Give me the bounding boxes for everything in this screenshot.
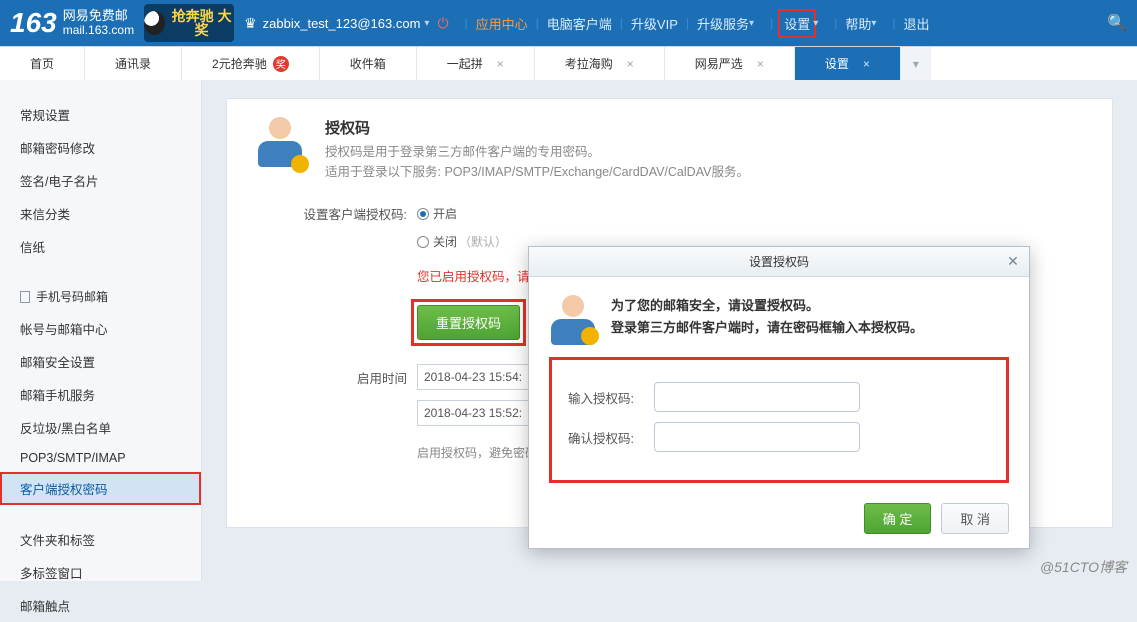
logo-subtitle: 网易免费邮 mail.163.com [63, 9, 134, 36]
chevron-down-icon: ▾ [913, 57, 919, 71]
modal-header: 设置授权码 ✕ [529, 247, 1029, 277]
intro-row: 授权码 授权码是用于登录第三方邮件客户端的专用密码。 适用于登录以下服务: PO… [253, 117, 1086, 182]
link-help[interactable]: 帮助 [845, 14, 871, 33]
power-icon[interactable]: ⏻ [437, 15, 448, 32]
cancel-button[interactable]: 取 消 [941, 503, 1009, 534]
tab-kaola[interactable]: 考拉海购× [535, 47, 665, 80]
user-key-icon [253, 117, 307, 171]
radio-icon [417, 208, 429, 220]
enable-time-label: 启用时间 [301, 368, 417, 387]
link-upgrade-service[interactable]: 升级服务 [697, 14, 749, 33]
auth-code-confirm-input[interactable] [654, 422, 860, 452]
top-bar: 163 网易免费邮 mail.163.com 抢奔驰 大奖 ♛ zabbix_t… [0, 0, 1137, 46]
crown-icon: ♛ [244, 15, 257, 32]
tab-yiqipin[interactable]: 一起拼× [417, 47, 535, 80]
tab-contacts[interactable]: 通讯录 [85, 47, 182, 80]
link-app-center[interactable]: 应用中心 [476, 14, 528, 33]
sidebar-item-general[interactable]: 常规设置 [0, 98, 201, 131]
link-logout[interactable]: 退出 [904, 14, 930, 33]
user-key-icon [549, 295, 597, 343]
promo-badge[interactable]: 抢奔驰 大奖 [144, 4, 234, 42]
sidebar: 常规设置 邮箱密码修改 签名/电子名片 来信分类 信纸 手机号码邮箱 帐号与邮箱… [0, 80, 202, 581]
search-icon[interactable]: 🔍 [1107, 13, 1127, 33]
tab-settings[interactable]: 设置× [795, 47, 901, 80]
badge-icon: 奖 [273, 56, 289, 72]
sidebar-item-folders[interactable]: 文件夹和标签 [0, 523, 201, 556]
auth-code-modal: 设置授权码 ✕ 为了您的邮箱安全，请设置授权码。 登录第三方邮件客户端时，请在密… [528, 246, 1030, 549]
logo-163: 163 [10, 7, 57, 39]
auth-fields-highlight: 输入授权码: 确认授权码: [549, 357, 1009, 483]
sidebar-item-security[interactable]: 邮箱安全设置 [0, 345, 201, 378]
tab-inbox[interactable]: 收件箱 [320, 47, 417, 80]
input-auth-label: 输入授权码: [568, 388, 654, 407]
tabs-row: 首页 通讯录 2元抢奔驰奖 收件箱 一起拼× 考拉海购× 网易严选× 设置× ▾ [0, 46, 1137, 80]
close-icon[interactable]: × [863, 57, 870, 71]
radio-off[interactable]: 关闭（默认） [417, 233, 507, 250]
radio-icon [417, 236, 429, 248]
tab-promo[interactable]: 2元抢奔驰奖 [182, 47, 320, 80]
ok-button[interactable]: 确 定 [864, 503, 932, 534]
set-auth-label: 设置客户端授权码: [301, 204, 417, 223]
sidebar-item-account-center[interactable]: 帐号与邮箱中心 [0, 312, 201, 345]
modal-body: 为了您的邮箱安全，请设置授权码。 登录第三方邮件客户端时，请在密码框输入本授权码… [529, 277, 1029, 548]
sidebar-item-mobile-mail[interactable]: 手机号码邮箱 [0, 281, 201, 312]
caret-down-icon[interactable]: ▾ [749, 18, 754, 29]
close-icon[interactable]: ✕ [1005, 253, 1021, 269]
intro-text: 授权码 授权码是用于登录第三方邮件客户端的专用密码。 适用于登录以下服务: PO… [325, 117, 749, 182]
sidebar-item-signature[interactable]: 签名/电子名片 [0, 164, 201, 197]
sidebar-item-filter[interactable]: 来信分类 [0, 197, 201, 230]
sidebar-item-stationery[interactable]: 信纸 [0, 230, 201, 263]
link-upgrade-vip[interactable]: 升级VIP [631, 14, 678, 33]
close-icon[interactable]: × [497, 57, 504, 71]
tab-home[interactable]: 首页 [0, 47, 85, 80]
close-icon[interactable]: × [627, 57, 634, 71]
modal-title: 设置授权码 [749, 253, 809, 270]
auth-code-input[interactable] [654, 382, 860, 412]
confirm-auth-label: 确认授权码: [568, 428, 654, 447]
soccer-ball-icon [144, 11, 165, 35]
reset-auth-button[interactable]: 重置授权码 [417, 305, 520, 340]
tab-yanxuan[interactable]: 网易严选× [665, 47, 795, 80]
watermark: @51CTO博客 [1040, 557, 1127, 577]
close-icon[interactable]: × [757, 57, 764, 71]
user-email[interactable]: zabbix_test_123@163.com [263, 16, 421, 31]
sidebar-item-antispam[interactable]: 反垃圾/黑白名单 [0, 411, 201, 444]
sidebar-item-password[interactable]: 邮箱密码修改 [0, 131, 201, 164]
enabled-message: 您已启用授权码，请使 [417, 266, 542, 285]
link-settings[interactable]: 设置 [781, 12, 813, 35]
sidebar-item-mobile-service[interactable]: 邮箱手机服务 [0, 378, 201, 411]
tab-more[interactable]: ▾ [901, 47, 931, 80]
sidebar-item-touchpoint[interactable]: 邮箱触点 [0, 589, 201, 622]
caret-down-icon[interactable]: ▾ [871, 18, 876, 29]
sidebar-item-auth-code[interactable]: 客户端授权密码 [0, 472, 201, 505]
link-pc-client[interactable]: 电脑客户端 [547, 14, 612, 33]
panel-title: 授权码 [325, 117, 749, 138]
caret-down-icon[interactable]: ▾ [424, 18, 429, 29]
phone-icon [20, 291, 30, 303]
sidebar-item-pop3[interactable]: POP3/SMTP/IMAP [0, 444, 201, 472]
radio-on[interactable]: 开启 [417, 205, 457, 222]
hint-line: 启用授权码，避免密码 [417, 444, 537, 461]
sidebar-item-multitab[interactable]: 多标签窗口 [0, 556, 201, 589]
caret-down-icon[interactable]: ▾ [813, 18, 818, 29]
